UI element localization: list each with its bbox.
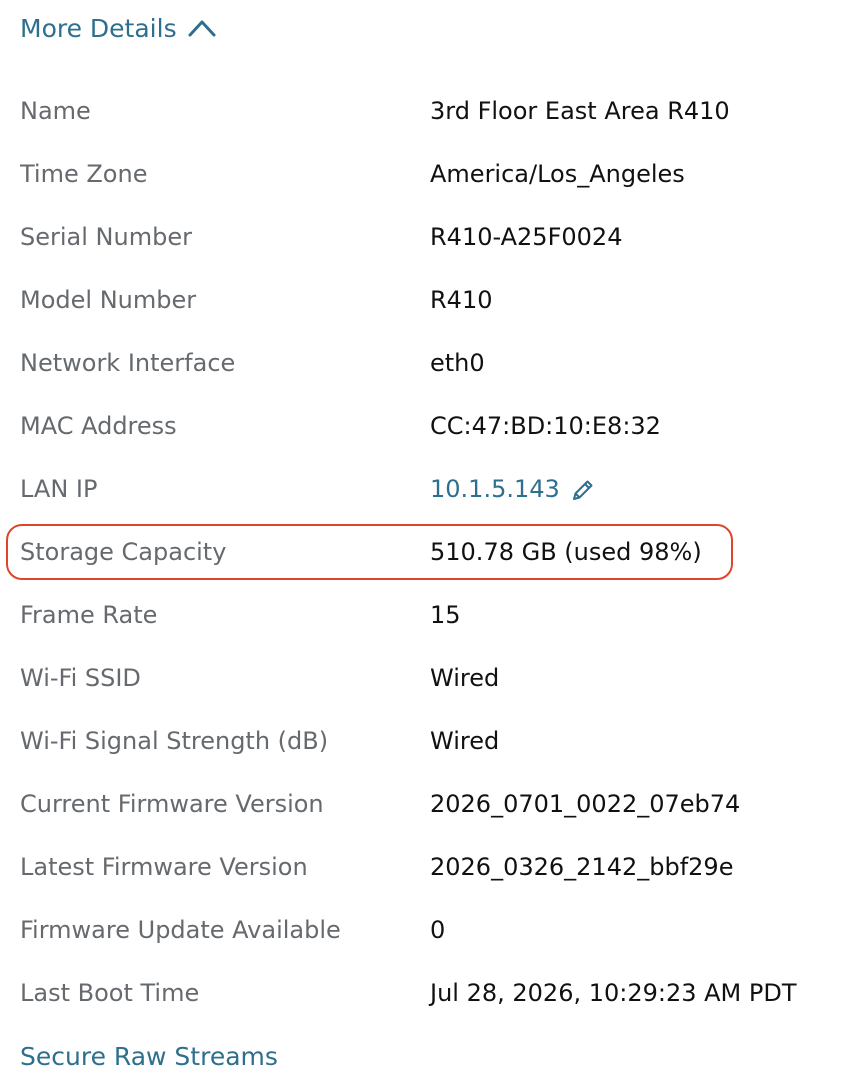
detail-value: 15 [430,601,461,629]
detail-label: Wi-Fi SSID [20,664,141,692]
detail-value: 3rd Floor East Area R410 [430,97,730,125]
detail-value: R410 [430,286,493,314]
detail-label: Storage Capacity [20,538,227,566]
detail-label: Wi-Fi Signal Strength (dB) [20,727,329,755]
detail-row-lan-ip: LAN IP 10.1.5.143 [20,458,840,521]
detail-value: America/Los_Angeles [430,160,685,188]
pencil-icon[interactable] [570,477,596,503]
detail-label: Network Interface [20,349,236,377]
detail-label: LAN IP [20,475,98,503]
chevron-up-icon [188,20,216,37]
detail-label: Time Zone [20,160,148,188]
detail-row-frame-rate: Frame Rate 15 [20,584,840,647]
detail-row-current-firmware: Current Firmware Version 2026_0701_0022_… [20,773,840,836]
detail-value: eth0 [430,349,485,377]
detail-label: Latest Firmware Version [20,853,308,881]
detail-row-time-zone: Time Zone America/Los_Angeles [20,143,840,206]
detail-row-serial-number: Serial Number R410-A25F0024 [20,206,840,269]
more-details-label: More Details [20,13,177,43]
detail-label: Model Number [20,286,197,314]
lan-ip-edit-link[interactable]: 10.1.5.143 [430,458,596,521]
detail-label: Serial Number [20,223,192,251]
secure-raw-streams-link[interactable]: Secure Raw Streams [20,1036,278,1078]
detail-value: CC:47:BD:10:E8:32 [430,412,661,440]
detail-value: Wired [430,727,500,755]
detail-value: Wired [430,664,500,692]
detail-value: R410-A25F0024 [430,223,623,251]
detail-value: Jul 28, 2026, 10:29:23 AM PDT [430,979,797,1007]
detail-row-wifi-signal-strength: Wi-Fi Signal Strength (dB) Wired [20,710,840,773]
detail-label: MAC Address [20,412,177,440]
detail-label: Name [20,97,91,125]
detail-row-model-number: Model Number R410 [20,269,840,332]
detail-row-latest-firmware: Latest Firmware Version 2026_0326_2142_b… [20,836,840,899]
detail-row-wifi-ssid: Wi-Fi SSID Wired [20,647,840,710]
detail-row-storage-capacity: Storage Capacity 510.78 GB (used 98%) [20,521,840,584]
detail-value: 0 [430,916,446,944]
detail-row-mac-address: MAC Address CC:47:BD:10:E8:32 [20,395,840,458]
detail-row-name: Name 3rd Floor East Area R410 [20,80,840,143]
detail-label: Last Boot Time [20,979,200,1007]
detail-label: Firmware Update Available [20,916,341,944]
detail-value: 510.78 GB (used 98%) [430,538,702,566]
detail-value: 2026_0326_2142_bbf29e [430,853,734,881]
details-list: Name 3rd Floor East Area R410 Time Zone … [20,80,840,1025]
detail-value: 2026_0701_0022_07eb74 [430,790,741,818]
detail-label: Current Firmware Version [20,790,324,818]
lan-ip-value: 10.1.5.143 [430,475,560,503]
detail-row-network-interface: Network Interface eth0 [20,332,840,395]
detail-row-firmware-update: Firmware Update Available 0 [20,899,840,962]
more-details-toggle[interactable]: More Details [20,8,217,48]
detail-label: Frame Rate [20,601,158,629]
detail-row-last-boot-time: Last Boot Time Jul 28, 2026, 10:29:23 AM… [20,962,840,1025]
